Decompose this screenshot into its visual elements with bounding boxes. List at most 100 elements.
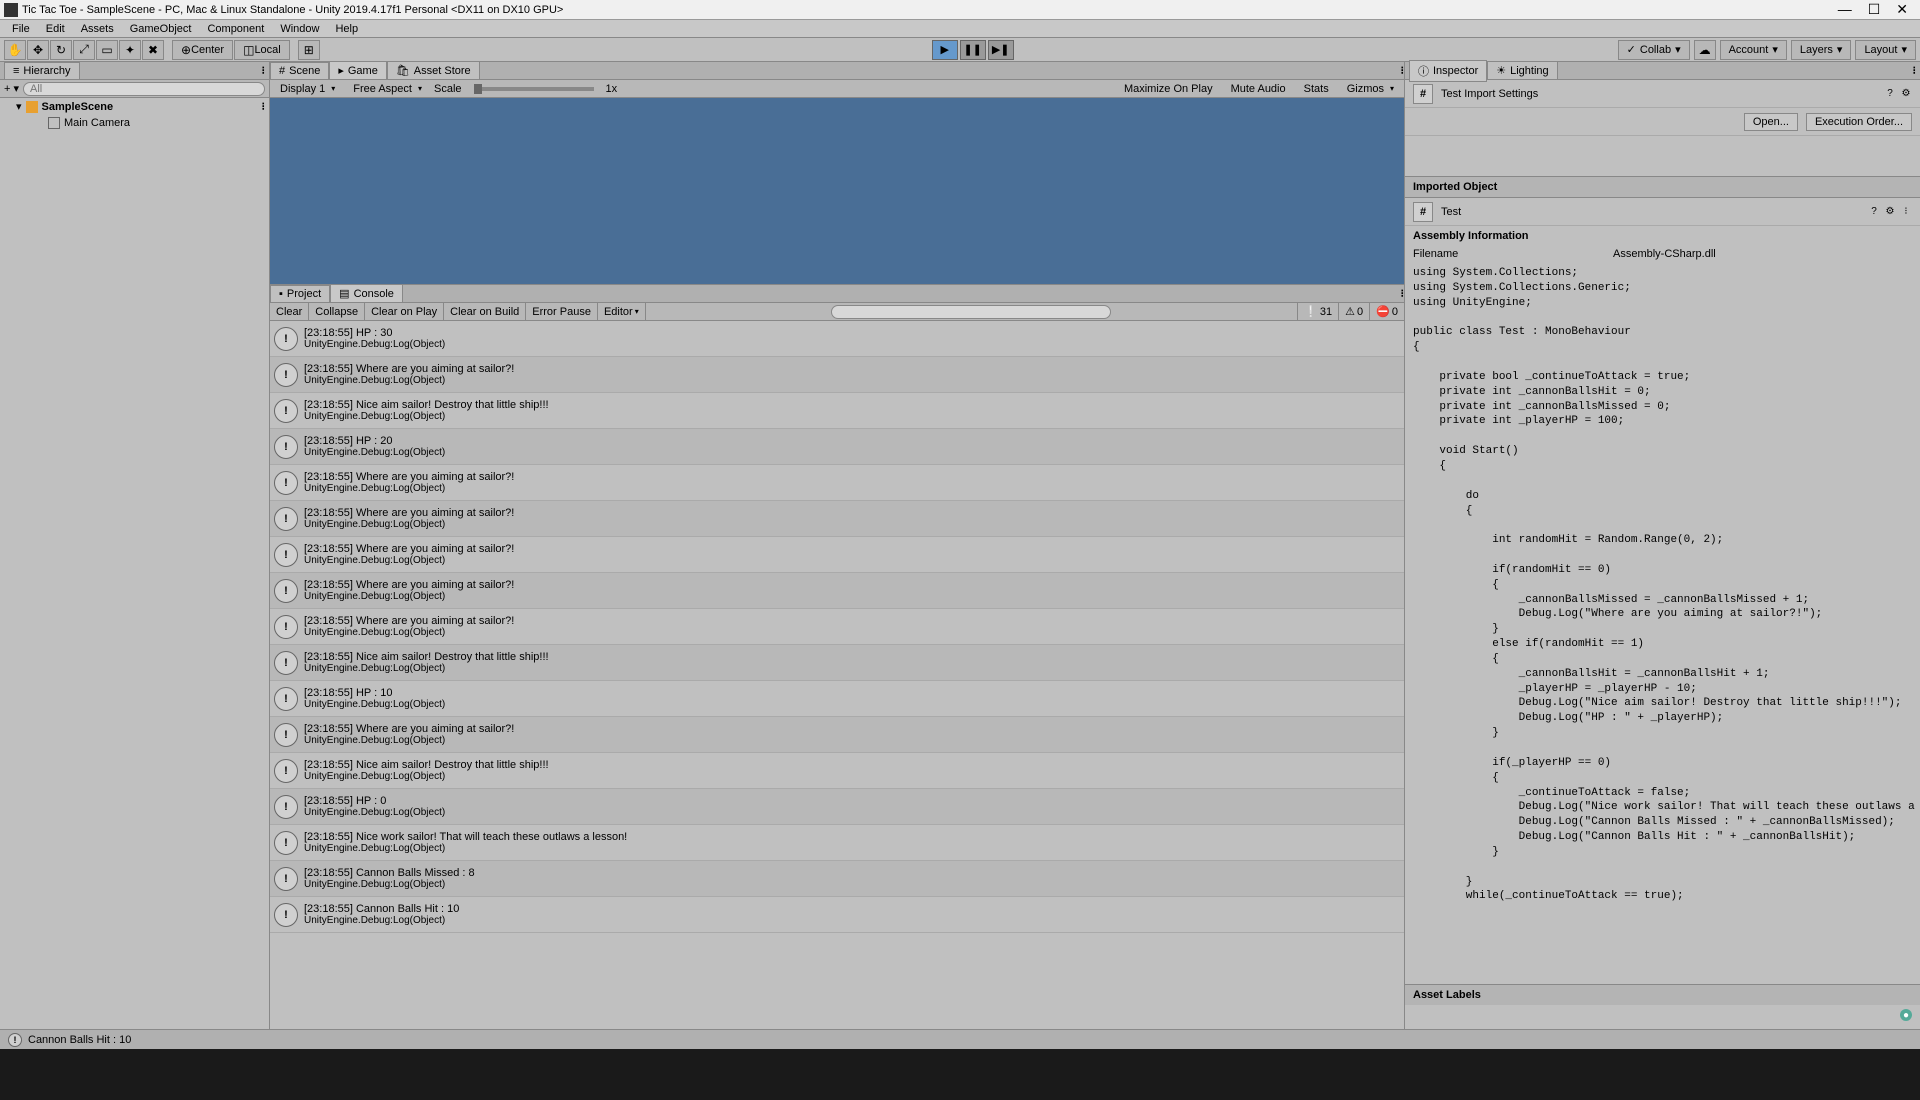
hierarchy-search[interactable] — [23, 82, 265, 96]
layers-dropdown[interactable]: Layers ▾ — [1791, 40, 1852, 60]
space-toggle[interactable]: ◫ Local — [234, 40, 290, 60]
warn-count[interactable]: ⚠0 — [1338, 303, 1369, 320]
label-icon[interactable]: ● — [1900, 1009, 1912, 1021]
asset-store-tab[interactable]: 🛍 Asset Store — [387, 61, 480, 80]
maximize-toggle[interactable]: Maximize On Play — [1118, 82, 1219, 96]
collapse-button[interactable]: Collapse — [309, 303, 365, 320]
taskbar-area — [0, 1049, 1920, 1100]
status-bar: ! Cannon Balls Hit : 10 — [0, 1029, 1920, 1049]
pivot-toggle[interactable]: ⊕ Center — [172, 40, 233, 60]
project-tab[interactable]: ▪ Project — [270, 285, 330, 303]
scale-tool[interactable]: ⤢ — [73, 40, 95, 60]
minimize-button[interactable]: — — [1838, 1, 1852, 18]
cloud-button[interactable]: ☁ — [1694, 40, 1716, 60]
gizmos-dropdown[interactable]: Gizmos — [1341, 82, 1400, 96]
console-row[interactable]: ![23:18:55] Where are you aiming at sail… — [270, 465, 1404, 501]
menu-window[interactable]: Window — [272, 21, 327, 37]
console-row[interactable]: ![23:18:55] Where are you aiming at sail… — [270, 717, 1404, 753]
clear-button[interactable]: Clear — [270, 303, 309, 320]
log-icon: ! — [274, 399, 298, 423]
step-button[interactable]: ▶❚ — [988, 40, 1014, 60]
console-row[interactable]: ![23:18:55] Where are you aiming at sail… — [270, 609, 1404, 645]
mute-toggle[interactable]: Mute Audio — [1225, 82, 1292, 96]
play-button[interactable]: ▶ — [932, 40, 958, 60]
custom-tool[interactable]: ✖ — [142, 40, 164, 60]
console-row[interactable]: ![23:18:55] Cannon Balls Hit : 10UnityEn… — [270, 897, 1404, 933]
console-row[interactable]: ![23:18:55] Nice aim sailor! Destroy tha… — [270, 753, 1404, 789]
rotate-tool[interactable]: ↻ — [50, 40, 72, 60]
console-row[interactable]: ![23:18:55] Where are you aiming at sail… — [270, 537, 1404, 573]
game-viewport[interactable] — [270, 98, 1404, 284]
execution-order-button[interactable]: Execution Order... — [1806, 113, 1912, 131]
maximize-button[interactable]: ☐ — [1868, 1, 1881, 18]
console-tab[interactable]: ▤ Console — [330, 284, 403, 303]
inspector-options[interactable]: ⁝ — [1913, 64, 1917, 77]
help-icon[interactable]: ? — [1868, 206, 1880, 218]
rect-tool[interactable]: ▭ — [96, 40, 118, 60]
error-count[interactable]: ⛔0 — [1369, 303, 1404, 320]
collab-dropdown[interactable]: ✓ Collab ▾ — [1618, 40, 1690, 60]
create-dropdown[interactable]: + ▾ — [4, 82, 19, 95]
hierarchy-scene[interactable]: ▾ SampleScene ⁝ — [0, 98, 269, 115]
console-row[interactable]: ![23:18:55] Nice aim sailor! Destroy tha… — [270, 645, 1404, 681]
console-row[interactable]: ![23:18:55] HP : 10UnityEngine.Debug:Log… — [270, 681, 1404, 717]
menu-assets[interactable]: Assets — [73, 21, 122, 37]
settings-icon[interactable]: ⚙ — [1900, 88, 1912, 100]
help-icon[interactable]: ? — [1884, 88, 1896, 100]
clear-on-build-button[interactable]: Clear on Build — [444, 303, 526, 320]
log-message: [23:18:55] HP : 10 — [304, 687, 445, 699]
menu-component[interactable]: Component — [199, 21, 272, 37]
pause-button[interactable]: ❚❚ — [960, 40, 986, 60]
aspect-dropdown[interactable]: Free Aspect — [347, 82, 428, 96]
log-icon: ! — [274, 687, 298, 711]
transform-tool[interactable]: ✦ — [119, 40, 141, 60]
scene-tab[interactable]: # Scene — [270, 62, 329, 80]
info-count[interactable]: ❕31 — [1297, 303, 1338, 320]
asset-labels-header[interactable]: Asset Labels — [1405, 984, 1920, 1005]
console-list[interactable]: ![23:18:55] HP : 30UnityEngine.Debug:Log… — [270, 321, 1404, 1029]
open-button[interactable]: Open... — [1744, 113, 1798, 131]
log-message: [23:18:55] Where are you aiming at sailo… — [304, 615, 514, 627]
move-tool[interactable]: ✥ — [27, 40, 49, 60]
console-row[interactable]: ![23:18:55] HP : 0UnityEngine.Debug:Log(… — [270, 789, 1404, 825]
game-tab[interactable]: ▸ Game — [329, 61, 387, 80]
settings-icon[interactable]: ⚙ — [1884, 206, 1896, 218]
hierarchy-options[interactable]: ⁝ — [262, 64, 266, 77]
script-name: Test — [1441, 206, 1461, 218]
account-dropdown[interactable]: Account ▾ — [1720, 40, 1787, 60]
log-message: [23:18:55] Where are you aiming at sailo… — [304, 579, 514, 591]
hand-tool[interactable]: ✋ — [4, 40, 26, 60]
log-message: [23:18:55] Where are you aiming at sailo… — [304, 507, 514, 519]
menu-edit[interactable]: Edit — [38, 21, 73, 37]
layout-dropdown[interactable]: Layout ▾ — [1855, 40, 1916, 60]
clear-on-play-button[interactable]: Clear on Play — [365, 303, 444, 320]
console-row[interactable]: ![23:18:55] Cannon Balls Missed : 8Unity… — [270, 861, 1404, 897]
log-source: UnityEngine.Debug:Log(Object) — [304, 879, 475, 890]
snap-tool[interactable]: ⊞ — [298, 40, 320, 60]
inspector-tab[interactable]: ⓘ Inspector — [1409, 60, 1487, 82]
stats-toggle[interactable]: Stats — [1298, 82, 1335, 96]
hierarchy-item-main-camera[interactable]: Main Camera — [0, 115, 269, 131]
more-icon[interactable]: ⁝ — [1900, 206, 1912, 218]
menu-file[interactable]: File — [4, 21, 38, 37]
display-dropdown[interactable]: Display 1 — [274, 82, 341, 96]
lighting-tab[interactable]: ☀ Lighting — [1487, 61, 1557, 80]
scale-slider[interactable] — [474, 87, 594, 91]
console-row[interactable]: ![23:18:55] HP : 30UnityEngine.Debug:Log… — [270, 321, 1404, 357]
console-row[interactable]: ![23:18:55] Where are you aiming at sail… — [270, 573, 1404, 609]
console-row[interactable]: ![23:18:55] Where are you aiming at sail… — [270, 357, 1404, 393]
close-button[interactable]: ✕ — [1896, 1, 1908, 18]
console-row[interactable]: ![23:18:55] Nice aim sailor! Destroy tha… — [270, 393, 1404, 429]
console-search[interactable] — [831, 305, 1111, 319]
log-source: UnityEngine.Debug:Log(Object) — [304, 915, 459, 926]
menu-help[interactable]: Help — [327, 21, 366, 37]
error-pause-button[interactable]: Error Pause — [526, 303, 598, 320]
menu-gameobject[interactable]: GameObject — [122, 21, 200, 37]
hierarchy-tab[interactable]: ≡ Hierarchy — [4, 62, 80, 80]
editor-dropdown[interactable]: Editor — [598, 303, 646, 320]
console-row[interactable]: ![23:18:55] Where are you aiming at sail… — [270, 501, 1404, 537]
console-row[interactable]: ![23:18:55] HP : 20UnityEngine.Debug:Log… — [270, 429, 1404, 465]
console-row[interactable]: ![23:18:55] Nice work sailor! That will … — [270, 825, 1404, 861]
scene-options[interactable]: ⁝ — [262, 100, 266, 113]
log-message: [23:18:55] Nice aim sailor! Destroy that… — [304, 651, 549, 663]
